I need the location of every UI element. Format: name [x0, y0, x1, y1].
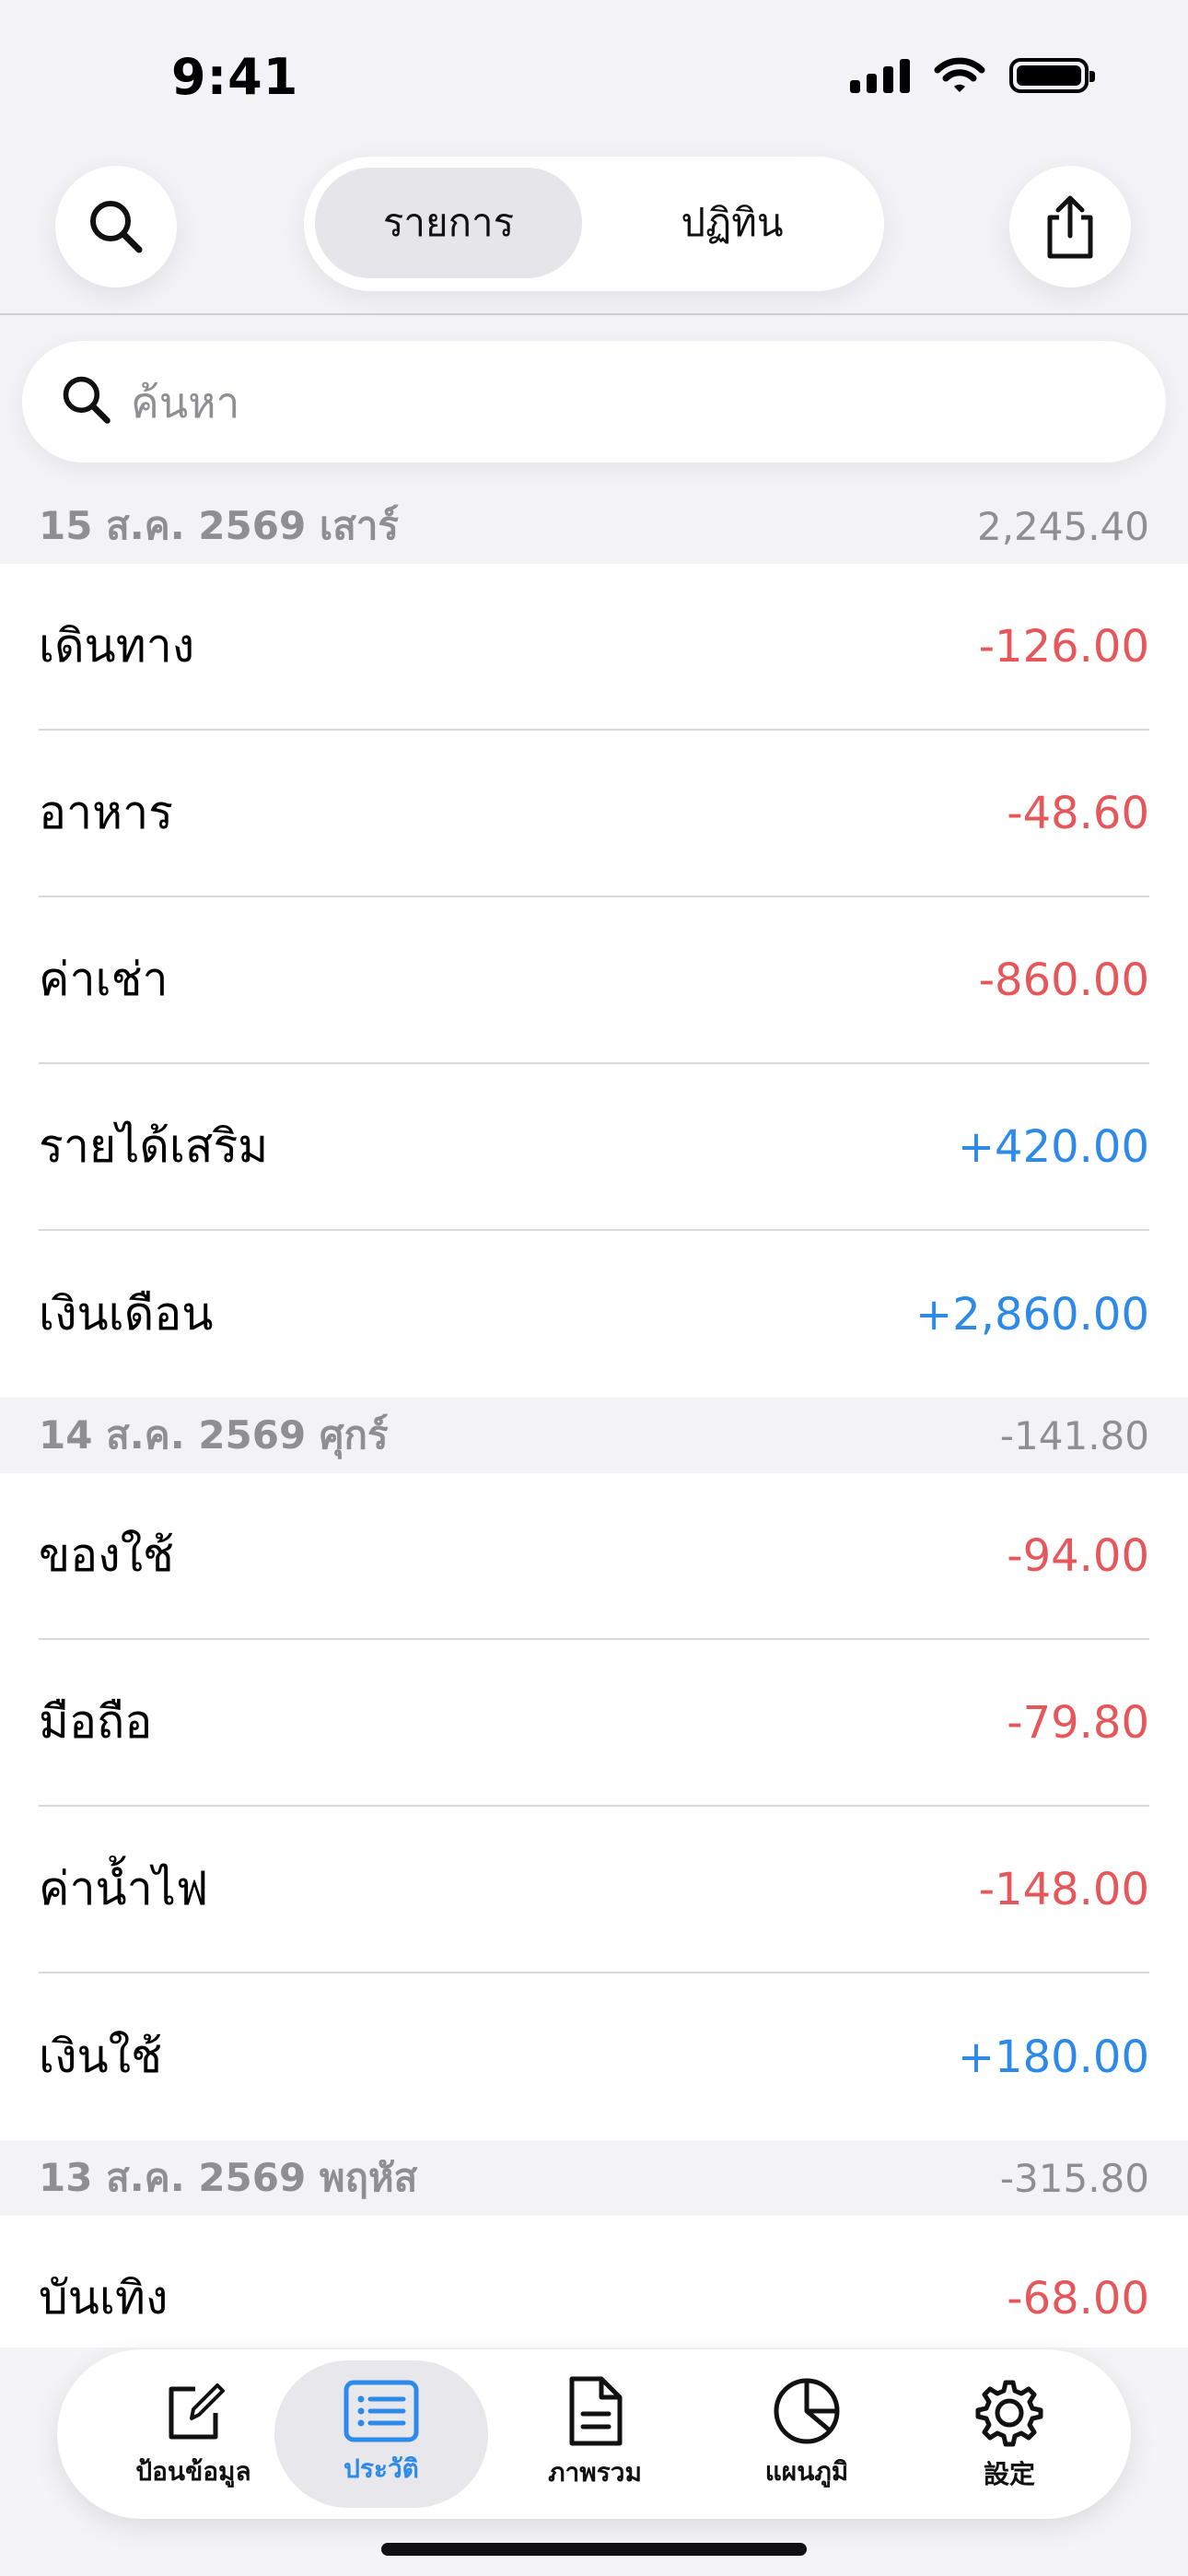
transaction-row[interactable]: ของใช้ -94.00: [39, 1473, 1149, 1640]
status-bar: 9:41: [0, 0, 1188, 157]
search-icon: [90, 201, 143, 253]
transaction-amount: -148.00: [978, 1863, 1149, 1915]
transaction-category: ค่าเช่า: [39, 953, 169, 1006]
transaction-amount: +180.00: [957, 2031, 1149, 2083]
segment-calendar[interactable]: ปฏิทิน: [599, 168, 866, 278]
group-rows: ของใช้ -94.00 มือถือ -79.80 ค่าน้ำไฟ -14…: [0, 1473, 1188, 2140]
tab-overview[interactable]: ภาพรวม: [488, 2360, 702, 2508]
tab-bar: ป้อนข้อมูล ประวัติ ภาพรวม แผนภูมิ 設定: [57, 2349, 1131, 2519]
compose-icon: [169, 2383, 225, 2440]
transaction-category: รายได้เสริม: [39, 1119, 269, 1173]
top-navigation: รายการ ปฏิทิน: [0, 157, 1188, 315]
battery-icon: [1009, 58, 1095, 93]
tab-input[interactable]: ป้อนข้อมูล: [87, 2360, 300, 2508]
search-icon: [63, 376, 111, 424]
transaction-row[interactable]: ค่าเช่า -860.00: [39, 897, 1149, 1064]
home-indicator: [381, 2543, 807, 2556]
tab-label: 設定: [983, 2459, 1035, 2489]
tab-label: แผนภูมิ: [764, 2456, 849, 2487]
tab-label: ป้อนข้อมูล: [135, 2456, 251, 2487]
wifi-icon: [934, 57, 985, 92]
transaction-amount: -94.00: [1007, 1529, 1149, 1582]
date-group-header: 13 ส.ค. 2569 พฤหัส -315.80: [0, 2140, 1188, 2216]
transaction-amount: -126.00: [978, 620, 1149, 673]
group-total: -315.80: [999, 2155, 1149, 2201]
group-rows: เดินทาง -126.00 อาหาร -48.60 ค่าเช่า -86…: [0, 564, 1188, 1398]
share-icon: [1047, 195, 1093, 259]
group-date: 15 ส.ค. 2569 เสาร์: [39, 503, 399, 548]
transaction-row[interactable]: ค่าน้ำไฟ -148.00: [39, 1807, 1149, 1973]
cellular-signal-icon: [850, 58, 910, 93]
segment-list[interactable]: รายการ: [315, 168, 582, 278]
share-button[interactable]: [1009, 166, 1131, 287]
transaction-category: ของใช้: [39, 1528, 174, 1582]
document-icon: [569, 2376, 623, 2446]
list-icon: [344, 2380, 419, 2442]
pie-chart-icon: [774, 2378, 840, 2444]
transaction-category: เงินใช้: [39, 2030, 163, 2083]
date-group-header: 14 ส.ค. 2569 ศุกร์ -141.80: [0, 1398, 1188, 1473]
group-date: 13 ส.ค. 2569 พฤหัส: [39, 2155, 418, 2200]
transaction-category: เงินเดือน: [39, 1287, 214, 1341]
search-field: [22, 341, 1166, 463]
transaction-row[interactable]: เงินใช้ +180.00: [39, 1973, 1149, 2140]
status-time: 9:41: [171, 48, 299, 106]
transaction-list: 15 ส.ค. 2569 เสาร์ 2,245.40 เดินทาง -126…: [0, 488, 1188, 2383]
tab-chart[interactable]: แผนภูมิ: [700, 2360, 914, 2508]
transaction-row[interactable]: มือถือ -79.80: [39, 1640, 1149, 1807]
gear-icon: [975, 2380, 1043, 2447]
transaction-amount: +2,860.00: [915, 1288, 1149, 1341]
transaction-row[interactable]: รายได้เสริม +420.00: [39, 1064, 1149, 1231]
transaction-row[interactable]: เงินเดือน +2,860.00: [39, 1231, 1149, 1398]
transaction-category: อาหาร: [39, 786, 173, 839]
transaction-category: มือถือ: [39, 1695, 153, 1749]
tab-settings[interactable]: 設定: [903, 2360, 1116, 2508]
group-total: -141.80: [999, 1412, 1149, 1458]
transaction-category: เดินทาง: [39, 619, 195, 673]
transaction-amount: -860.00: [978, 954, 1149, 1006]
transaction-amount: -79.80: [1007, 1696, 1149, 1749]
transaction-amount: +420.00: [957, 1120, 1149, 1173]
group-total: 2,245.40: [976, 503, 1149, 549]
date-group-header: 15 ส.ค. 2569 เสาร์ 2,245.40: [0, 488, 1188, 564]
tab-label: ประวัติ: [344, 2453, 419, 2484]
transaction-amount: -48.60: [1007, 787, 1149, 839]
transaction-row[interactable]: อาหาร -48.60: [39, 731, 1149, 897]
search-input[interactable]: [129, 365, 1127, 440]
view-mode-segmented-control: รายการ ปฏิทิน: [304, 157, 884, 291]
tab-label: ภาพรวม: [548, 2457, 642, 2488]
transaction-row[interactable]: เดินทาง -126.00: [39, 564, 1149, 731]
transaction-amount: -68.00: [1007, 2272, 1149, 2324]
transaction-category: บันเทิง: [39, 2271, 169, 2324]
search-button[interactable]: [55, 166, 177, 287]
transaction-category: ค่าน้ำไฟ: [39, 1862, 209, 1915]
status-icons: [850, 57, 1095, 94]
tab-history[interactable]: ประวัติ: [274, 2360, 488, 2508]
group-date: 14 ส.ค. 2569 ศุกร์: [39, 1412, 389, 1458]
